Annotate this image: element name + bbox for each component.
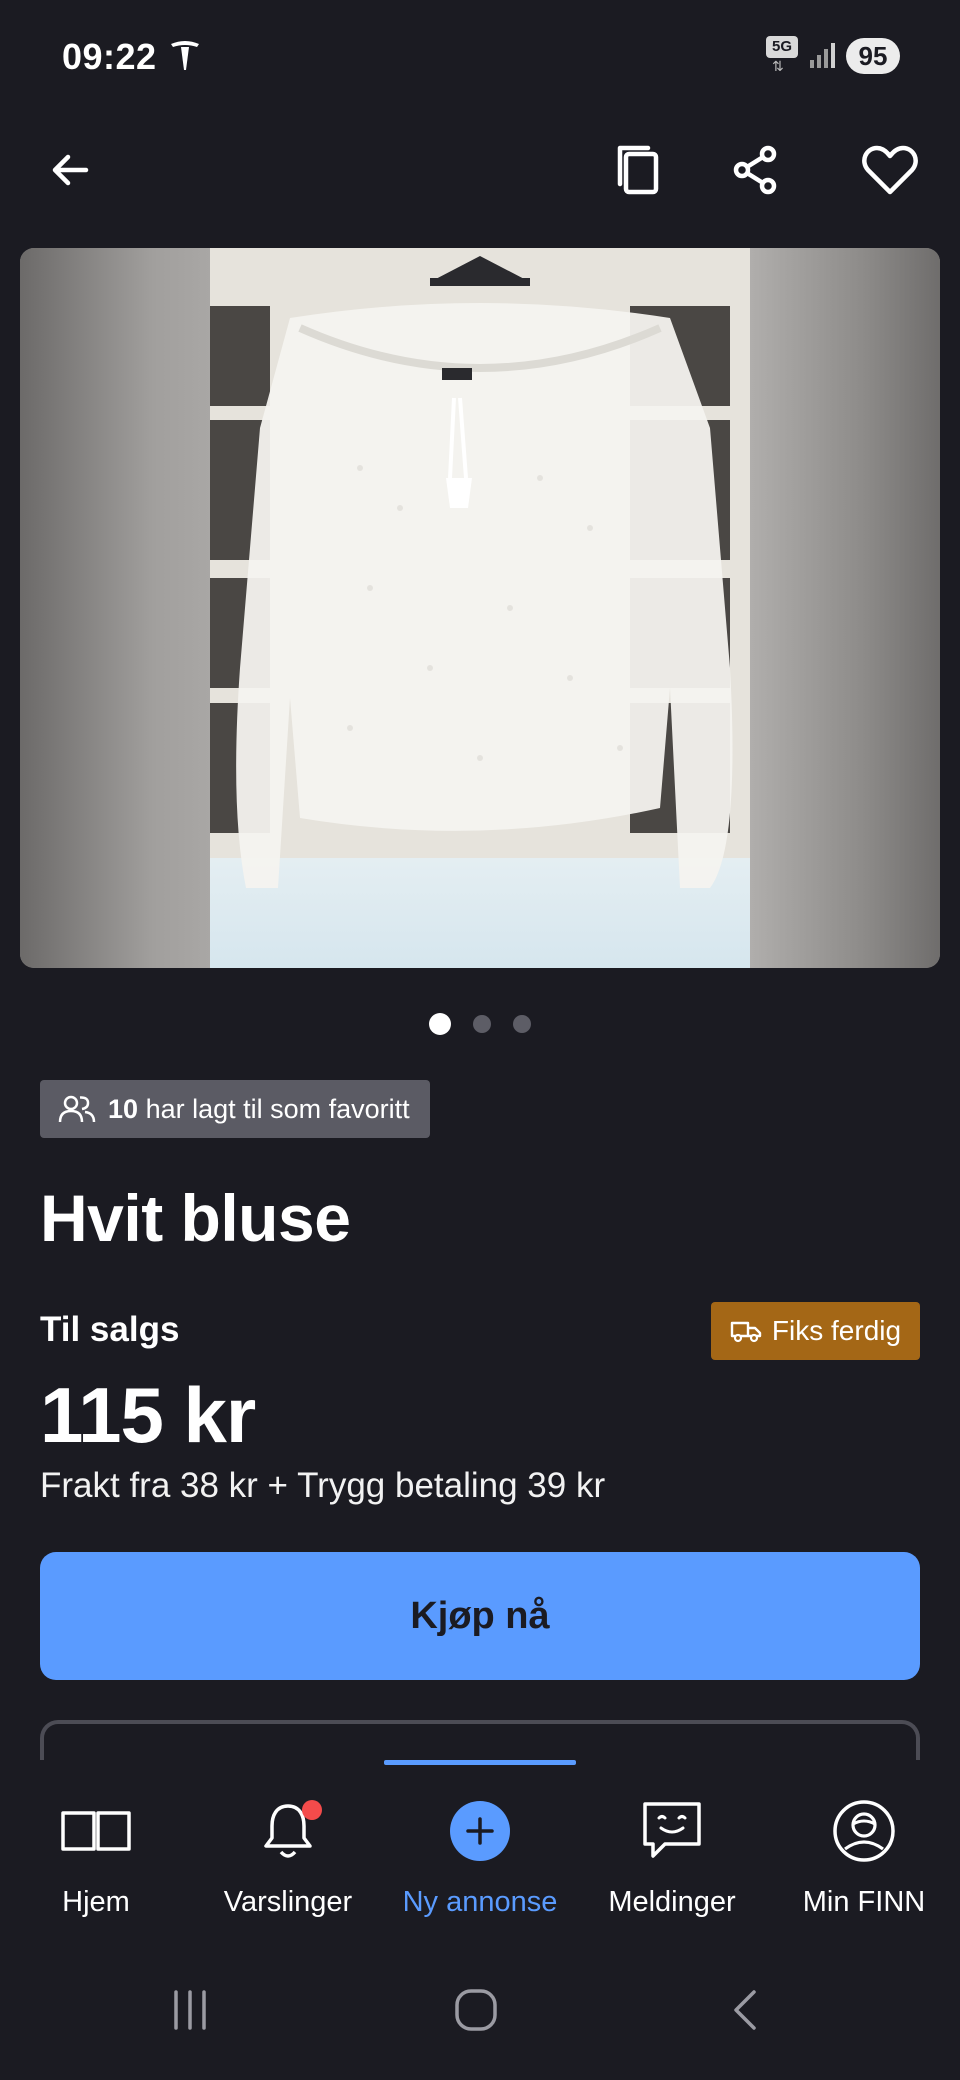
nav-label-ny-annonse: Ny annonse [402,1886,558,1918]
price: 115 kr [40,1371,256,1459]
nav-item-min-finn[interactable]: Min FINN [768,1760,960,1945]
status-bar: 09:22 5G ⇅ 95 [0,0,960,110]
bottom-navigation: Hjem Varslinger Ny annonse Meldinger Min… [0,1760,960,1945]
system-navigation [0,1945,960,2080]
network-5g-icon: 5G ⇅ [766,36,800,74]
favorite-button[interactable] [850,130,930,210]
share-icon [733,145,777,195]
favorites-text: har lagt til som favoritt [145,1093,410,1124]
back-button[interactable] [30,130,110,210]
nav-label-meldinger: Meldinger [608,1886,736,1918]
nav-label-hjem: Hjem [62,1886,130,1918]
bell-icon [252,1798,324,1864]
nav-label-min-finn: Min FINN [802,1886,926,1918]
share-button[interactable] [716,130,796,210]
people-icon [58,1095,96,1123]
recent-apps-icon [174,1990,206,2030]
truck-icon [730,1321,762,1343]
nav-item-hjem[interactable]: Hjem [0,1760,192,1945]
favorites-count: 10 [108,1093,139,1124]
chevron-left-icon [734,1990,756,2030]
favorites-badge: 10 har lagt til som favoritt [40,1080,430,1138]
home-square-icon [455,1989,497,2031]
heart-icon [862,145,918,195]
nav-label-varslinger: Varslinger [223,1886,353,1918]
copy-button[interactable] [598,130,678,210]
home-button[interactable] [436,1975,516,2045]
plus-circle-icon [444,1798,516,1864]
buy-now-button[interactable]: Kjøp nå [40,1552,920,1680]
fiks-ferdig-badge[interactable]: Fiks ferdig [711,1302,920,1360]
image-pagination [0,1012,960,1036]
book-icon [60,1798,132,1864]
sale-type-label: Til salgs [40,1310,180,1349]
notification-dot [302,1800,322,1820]
copy-icon [617,145,659,195]
image-blur-left [20,248,210,968]
status-time: 09:22 [62,36,157,77]
fiks-ferdig-label: Fiks ferdig [771,1315,902,1346]
network-label: 5G [766,36,798,58]
listing-screen: 09:22 5G ⇅ 95 10 har lagt til som favori… [0,0,960,2080]
back-arrow-icon [52,154,89,186]
nav-item-varslinger[interactable]: Varslinger [192,1760,384,1945]
pagination-dot-3[interactable] [513,1015,531,1033]
blouse-illustration [236,256,733,888]
listing-image[interactable] [20,248,940,968]
image-blur-right [750,248,940,968]
signal-icon [810,43,835,68]
chat-icon [636,1798,708,1864]
pagination-dot-1[interactable] [429,1013,451,1035]
nav-item-ny-annonse[interactable]: Ny annonse [384,1760,576,1945]
listing-title: Hvit bluse [40,1181,351,1255]
data-arrows-icon: ⇅ [772,58,784,74]
profile-icon [828,1798,900,1864]
blouse-photo [210,248,750,968]
pagination-dot-2[interactable] [473,1015,491,1033]
top-navigation [0,120,960,220]
nav-item-meldinger[interactable]: Meldinger [576,1760,768,1945]
system-back-button[interactable] [706,1975,786,2045]
recent-apps-button[interactable] [150,1975,230,2045]
battery-indicator: 95 [846,38,900,74]
shipping-info: Frakt fra 38 kr + Trygg betaling 39 kr [40,1466,606,1505]
tesla-icon [171,41,199,70]
